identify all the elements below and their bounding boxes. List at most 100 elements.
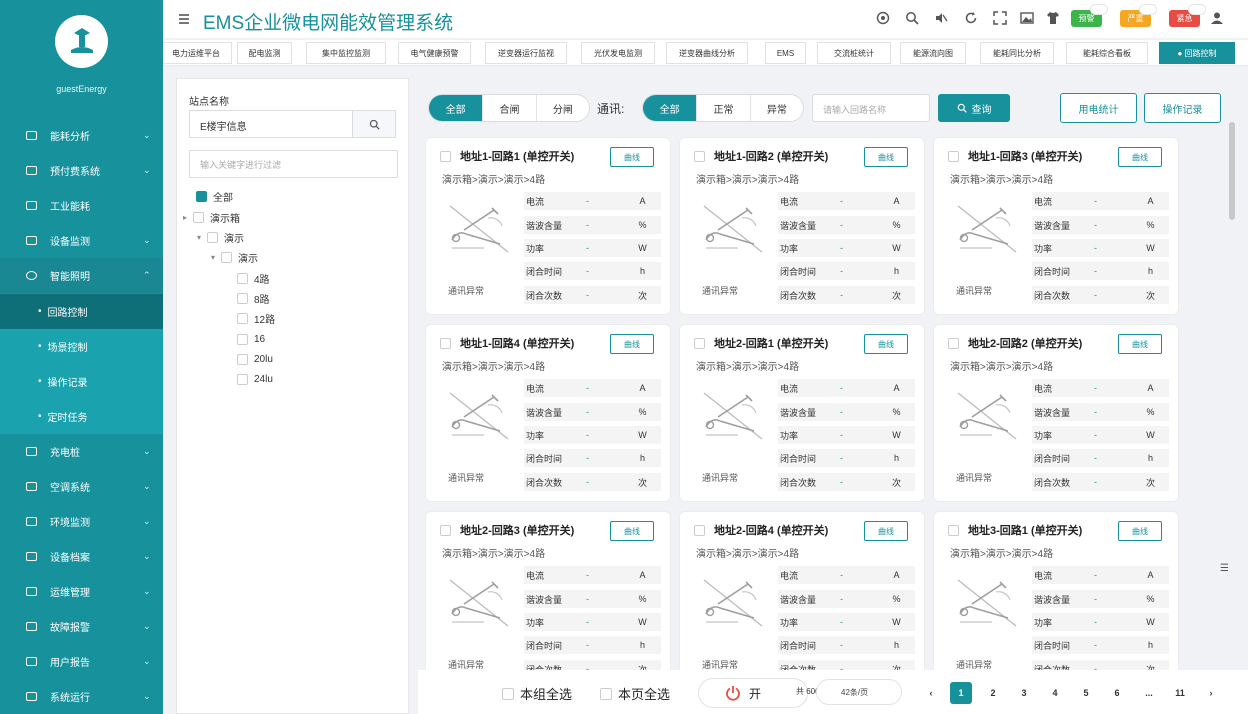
- tree-node-16[interactable]: 16: [237, 332, 265, 346]
- tab-distribution-monitor[interactable]: 配电监测: [237, 42, 292, 64]
- nav-item-fault-alarm[interactable]: 故障报警 ⌄: [0, 609, 163, 644]
- checkbox[interactable]: [196, 190, 207, 202]
- curve-button[interactable]: 曲线: [610, 334, 654, 354]
- site-select[interactable]: E楼宇信息: [189, 110, 353, 138]
- tab-pv-monitor[interactable]: 光伏发电监测: [581, 42, 655, 64]
- card-checkbox[interactable]: [440, 338, 451, 349]
- subnav-item-scene-control[interactable]: • 场景控制: [0, 329, 163, 364]
- page-3[interactable]: 3: [1013, 682, 1035, 704]
- curve-button[interactable]: 曲线: [1118, 147, 1162, 167]
- fullscreen-icon[interactable]: [992, 10, 1008, 26]
- tab-energy-board[interactable]: 能耗综合看板: [1066, 42, 1148, 64]
- image-icon[interactable]: [1019, 10, 1035, 26]
- menu-toggle-icon[interactable]: [179, 14, 189, 24]
- checkbox[interactable]: [237, 272, 248, 284]
- card-scrollbar[interactable]: [1229, 122, 1235, 220]
- prev-page-button[interactable]: ‹: [920, 682, 942, 704]
- curve-button[interactable]: 曲线: [610, 521, 654, 541]
- page-2[interactable]: 2: [982, 682, 1004, 704]
- drawer-handle-icon[interactable]: ☰: [1220, 563, 1229, 574]
- group-select-all[interactable]: 本组全选: [502, 684, 572, 703]
- user-icon[interactable]: [1209, 10, 1225, 26]
- checkbox[interactable]: [237, 312, 248, 324]
- tab-inverter-curve[interactable]: 逆变器曲线分析: [666, 42, 748, 64]
- tree-node-20lu[interactable]: 20lu: [237, 352, 273, 366]
- tab-ac-pile-stats[interactable]: 交流桩统计: [817, 42, 891, 64]
- curve-button[interactable]: 曲线: [864, 521, 908, 541]
- page-1[interactable]: 1: [950, 682, 972, 704]
- card-checkbox[interactable]: [440, 151, 451, 162]
- nav-item-charger[interactable]: 充电桩 ⌄: [0, 434, 163, 469]
- curve-button[interactable]: 曲线: [610, 147, 654, 167]
- checkbox[interactable]: [502, 687, 514, 700]
- checkbox[interactable]: [237, 292, 248, 304]
- checkbox[interactable]: [237, 353, 248, 365]
- page-6[interactable]: 6: [1106, 682, 1128, 704]
- nav-item-smart-lighting[interactable]: 智能照明 ⌃: [0, 258, 163, 293]
- nav-item-maintenance[interactable]: 运维管理 ⌄: [0, 574, 163, 609]
- tree-node-12-loop[interactable]: 12路: [237, 311, 275, 326]
- caret-icon[interactable]: ▾: [197, 233, 207, 242]
- checkbox[interactable]: [221, 251, 232, 263]
- mute-icon[interactable]: [933, 10, 949, 26]
- page-ellipsis[interactable]: ...: [1138, 682, 1160, 704]
- checkbox[interactable]: [237, 333, 248, 345]
- filter-closed[interactable]: 合闸: [482, 95, 535, 121]
- tab-ems[interactable]: EMS: [765, 42, 806, 64]
- checkbox[interactable]: [237, 373, 248, 385]
- checkbox[interactable]: [207, 231, 218, 243]
- comm-normal[interactable]: 正常: [696, 95, 749, 121]
- tab-inverter-run[interactable]: 逆变器运行监视: [485, 42, 567, 64]
- operation-log-button[interactable]: 操作记录: [1144, 93, 1221, 123]
- caret-icon[interactable]: ▸: [183, 213, 193, 222]
- nav-item-device-archive[interactable]: 设备档案 ⌄: [0, 539, 163, 574]
- filter-open[interactable]: 分闸: [535, 95, 589, 121]
- nav-item-aircon[interactable]: 空调系统 ⌄: [0, 469, 163, 504]
- nav-item-device-monitor[interactable]: 设备监测 ⌄: [0, 223, 163, 258]
- curve-button[interactable]: 曲线: [1118, 334, 1162, 354]
- query-button[interactable]: 查询: [938, 94, 1010, 122]
- checkbox[interactable]: [193, 211, 204, 223]
- severe-badge[interactable]: 严重 99+: [1120, 4, 1157, 27]
- tree-node-8-loop[interactable]: 8路: [237, 291, 270, 306]
- card-checkbox[interactable]: [694, 338, 705, 349]
- nav-item-industrial[interactable]: 工业能耗: [0, 188, 163, 223]
- tree-node-all[interactable]: 全部: [196, 189, 233, 204]
- tree-filter-input[interactable]: 输入关键字进行过滤: [189, 150, 398, 178]
- theme-icon[interactable]: [875, 10, 891, 26]
- loop-name-input[interactable]: 请输入回路名称: [812, 94, 930, 122]
- tab-energy-flow[interactable]: 能源流向图: [900, 42, 966, 64]
- page-size-select[interactable]: 42条/页: [816, 679, 902, 705]
- tree-node-demo-2[interactable]: ▾ 演示: [211, 250, 258, 265]
- tab-power-ops[interactable]: 电力运维平台: [163, 42, 232, 64]
- subnav-item-loop-control[interactable]: • 回路控制: [0, 294, 163, 329]
- nav-item-system-run[interactable]: 系统运行 ⌄: [0, 679, 163, 714]
- card-checkbox[interactable]: [948, 525, 959, 536]
- site-search-button[interactable]: [352, 110, 396, 138]
- tree-node-demo-1[interactable]: ▾ 演示: [197, 230, 244, 245]
- search-icon[interactable]: [904, 10, 920, 26]
- card-checkbox[interactable]: [694, 525, 705, 536]
- page-11[interactable]: 11: [1169, 682, 1191, 704]
- warning-badge[interactable]: 预警 99+: [1071, 4, 1108, 27]
- curve-button[interactable]: 曲线: [1118, 521, 1162, 541]
- tab-energy-yoy[interactable]: 能耗同比分析: [980, 42, 1054, 64]
- curve-button[interactable]: 曲线: [864, 334, 908, 354]
- tab-centralized-monitor[interactable]: 集中监控监测: [306, 42, 386, 64]
- card-checkbox[interactable]: [948, 338, 959, 349]
- open-switch-button[interactable]: 开: [698, 678, 808, 708]
- refresh-icon[interactable]: [963, 10, 979, 26]
- nav-item-user-report[interactable]: 用户报告 ⌄: [0, 644, 163, 679]
- nav-item-energy-analysis[interactable]: 能耗分析 ⌄: [0, 118, 163, 153]
- curve-button[interactable]: 曲线: [864, 147, 908, 167]
- checkbox[interactable]: [600, 687, 612, 700]
- card-checkbox[interactable]: [440, 525, 451, 536]
- card-checkbox[interactable]: [948, 151, 959, 162]
- subnav-item-timed-task[interactable]: • 定时任务: [0, 399, 163, 434]
- tab-electrical-health[interactable]: 电气健康预警: [398, 42, 471, 64]
- nav-item-prepaid[interactable]: 预付费系统 ⌄: [0, 153, 163, 188]
- caret-icon[interactable]: ▾: [211, 253, 221, 262]
- usage-stats-button[interactable]: 用电统计: [1060, 93, 1137, 123]
- tree-node-4-loop[interactable]: 4路: [237, 271, 270, 286]
- tree-node-24lu[interactable]: 24lu: [237, 372, 273, 386]
